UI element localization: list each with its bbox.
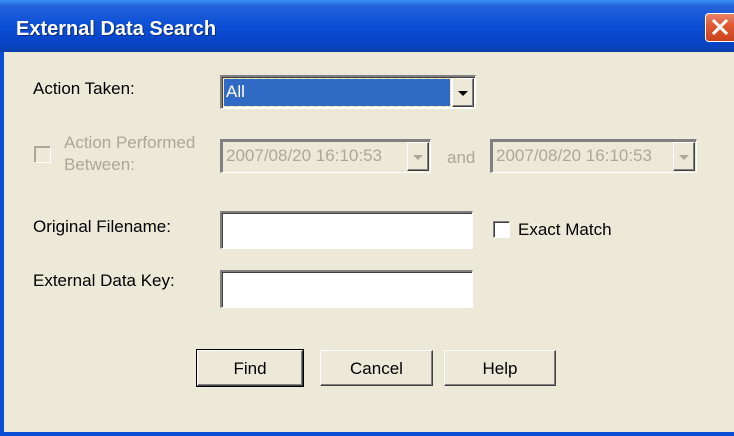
to-datetime-picker[interactable]: 2007/08/20 16:10:53 <box>490 139 697 173</box>
find-button[interactable]: Find <box>196 349 304 387</box>
action-performed-label-line2: Between: <box>64 155 135 174</box>
and-label: and <box>447 148 476 167</box>
action-performed-label-line1: Action Performed <box>64 133 196 152</box>
action-performed-checkbox[interactable] <box>34 146 51 163</box>
from-datetime-value: 2007/08/20 16:10:53 <box>226 146 382 165</box>
title-bar[interactable]: External Data Search <box>0 0 734 52</box>
help-button[interactable]: Help <box>444 350 556 386</box>
original-filename-label: Original Filename: <box>33 217 171 236</box>
chevron-down-icon[interactable] <box>407 142 429 171</box>
exact-match-checkbox[interactable] <box>493 221 510 238</box>
window-title: External Data Search <box>16 18 217 40</box>
action-taken-select[interactable]: All <box>220 75 476 109</box>
chevron-down-icon[interactable] <box>452 78 474 107</box>
external-data-key-input[interactable] <box>220 270 473 308</box>
close-icon <box>711 18 729 36</box>
cancel-button[interactable]: Cancel <box>320 350 433 386</box>
chevron-down-icon[interactable] <box>673 142 695 171</box>
to-datetime-value: 2007/08/20 16:10:53 <box>496 146 652 165</box>
action-taken-label: Action Taken: <box>33 79 135 98</box>
window-frame-bottom <box>0 432 734 436</box>
window-frame-left <box>0 52 4 436</box>
from-datetime-picker[interactable]: 2007/08/20 16:10:53 <box>220 139 431 173</box>
action-taken-value: All <box>223 78 451 107</box>
exact-match-label: Exact Match <box>518 220 612 239</box>
close-button[interactable] <box>705 13 734 42</box>
dialog-window: External Data Search Action Taken: All A… <box>0 0 734 436</box>
external-data-key-label: External Data Key: <box>33 271 175 290</box>
original-filename-input[interactable] <box>220 211 473 249</box>
